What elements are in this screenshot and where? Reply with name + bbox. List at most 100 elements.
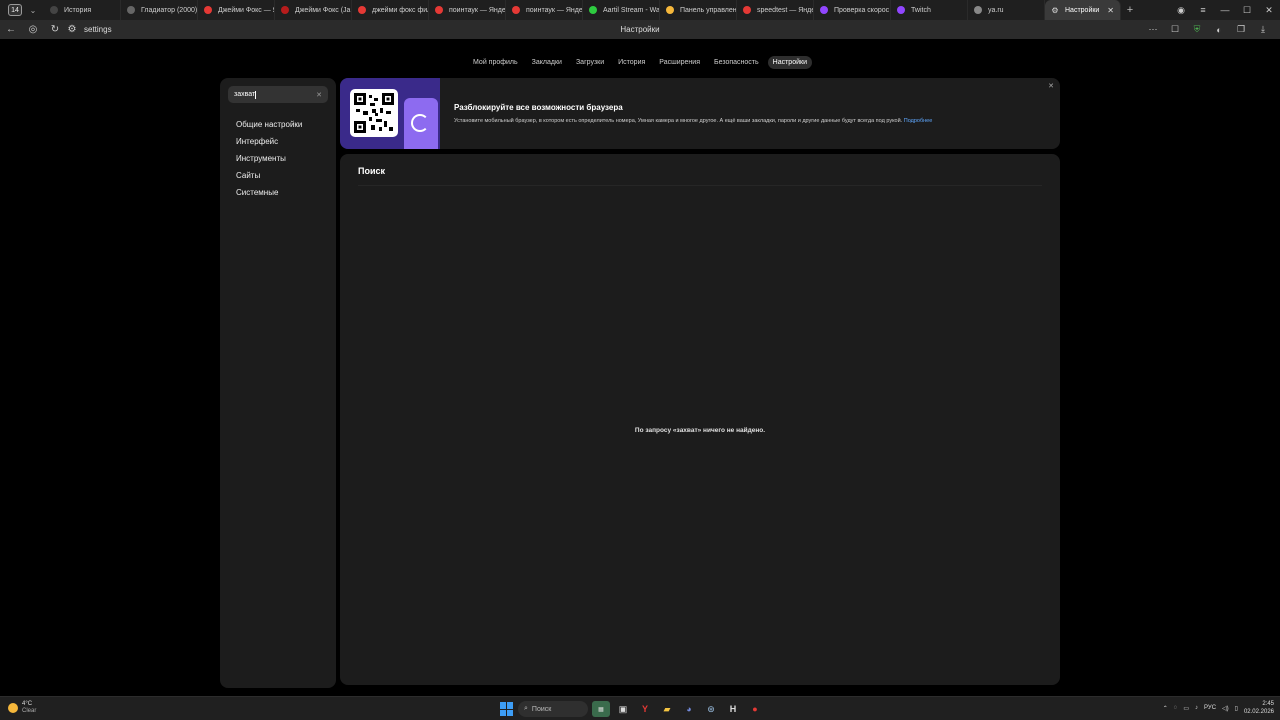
taskbar-search[interactable]: ⌕ Поиск [518, 701, 588, 717]
file-explorer-icon[interactable]: ▰ [658, 701, 676, 717]
browser-tab[interactable]: История [44, 0, 121, 20]
close-window-button[interactable]: ✕ [1258, 5, 1280, 16]
settings-search-input[interactable]: захват ✕ [228, 86, 328, 103]
divider [358, 185, 1042, 186]
top-nav-item[interactable]: Закладки [527, 56, 567, 69]
weather-widget[interactable]: 4°C Clear [8, 701, 36, 715]
tab-favicon-icon [204, 6, 212, 14]
tab-favicon-icon [820, 6, 828, 14]
reload-icon[interactable]: ↻ [44, 24, 66, 35]
start-button[interactable] [500, 702, 514, 716]
browser-tab[interactable]: ya.ru [968, 0, 1045, 20]
search-value: захват [234, 91, 256, 98]
browser-tab[interactable]: Гладиатор (2000) [121, 0, 198, 20]
display-icon[interactable]: ▭ [1183, 705, 1189, 712]
clock[interactable]: 2:45 02.02.2026 [1244, 700, 1274, 716]
tray-chevron-icon[interactable]: ⌃ [1163, 705, 1168, 712]
os-taskbar: 4°C Clear ⌕ Поиск ▦ ▣ Y ▰ ◕ ⊛ H ● ⌃ ◌ ▭ … [0, 696, 1280, 720]
top-nav-item[interactable]: Безопасность [709, 56, 764, 69]
game-launcher-icon[interactable]: H [724, 701, 742, 717]
new-tab-button[interactable]: + [1121, 4, 1139, 16]
close-banner-icon[interactable]: ✕ [1048, 82, 1054, 90]
shield-icon[interactable]: ◎ [22, 24, 44, 35]
tabs-strip: История Гладиатор (2000) Джейми Фокс — Я Дж… [44, 0, 1045, 20]
tab-label: Гладиатор (2000) [141, 6, 198, 14]
sidebar-item[interactable]: Интерфейс [236, 137, 302, 154]
browser-tab[interactable]: Джейми Фокс — Я [198, 0, 275, 20]
sidebar-list: Общие настройки Интерфейс Инструменты Сайты… [236, 120, 302, 205]
clock-date: 02.02.2026 [1243, 709, 1274, 715]
sidebar-item[interactable]: Сайты [236, 171, 302, 188]
widgets-icon[interactable]: ▦ [592, 701, 610, 717]
clear-search-icon[interactable]: ✕ [316, 91, 322, 99]
task-view-icon[interactable]: ▣ [614, 701, 632, 717]
taskbar-apps: ⌕ Поиск ▦ ▣ Y ▰ ◕ ⊛ H ● [500, 699, 764, 719]
browser-tab[interactable]: Twitch [891, 0, 968, 20]
volume-icon[interactable]: ◁) [1222, 705, 1229, 712]
browser-tab[interactable]: Проверка скорос [814, 0, 891, 20]
close-tab-icon[interactable]: ✕ [1107, 6, 1114, 15]
weather-icon [8, 703, 18, 713]
browser-tab[interactable]: Джейми Фокс (Ja [275, 0, 352, 20]
protect-icon[interactable]: ⛨ [1186, 24, 1208, 35]
tab-label: speedtest — Яндек [757, 6, 814, 14]
network-icon[interactable]: ◌ [1174, 705, 1178, 711]
download-icon[interactable]: ⤓ [1252, 24, 1274, 35]
page-title: Настройки [620, 25, 660, 34]
steam-icon[interactable]: ⊛ [702, 701, 720, 717]
sidebar-item[interactable]: Системные [236, 188, 302, 205]
top-nav-item[interactable]: Мой профиль [468, 56, 523, 69]
no-results-message: По запросу «захват» ничего не найдено. [634, 427, 766, 434]
more-icon[interactable]: ⋯ [1142, 24, 1164, 35]
banner-more-link[interactable]: Подробнее [904, 118, 933, 124]
browser-tab[interactable]: Aartil Stream - Wa [583, 0, 660, 20]
weather-temp: 4°C [22, 701, 33, 707]
window-controls: ◉ ≡ — ☐ ✕ [1170, 0, 1280, 20]
tab-favicon-icon [743, 6, 751, 14]
top-nav-item[interactable]: Загрузки [571, 56, 609, 69]
browser-tab[interactable]: Панель управлен [660, 0, 737, 20]
browser-tab[interactable]: speedtest — Яндек [737, 0, 814, 20]
top-nav-item[interactable]: История [613, 56, 650, 69]
profile-icon[interactable]: ◉ [1170, 5, 1192, 16]
microphone-icon[interactable]: ♪ [1195, 705, 1198, 711]
minimize-button[interactable]: — [1214, 5, 1236, 15]
menu-icon[interactable]: ≡ [1192, 5, 1214, 15]
url-field[interactable]: settings [84, 25, 112, 34]
yandex-browser-icon[interactable]: Y [636, 701, 654, 717]
top-nav-item[interactable]: Расширения [654, 56, 705, 69]
record-app-icon[interactable]: ● [746, 701, 764, 717]
clock-time: 2:45 [1262, 701, 1274, 707]
bookmark-icon[interactable]: ☐ [1164, 24, 1186, 35]
collections-icon[interactable]: ❐ [1230, 24, 1252, 35]
taskbar-search-label: Поиск [531, 705, 552, 713]
tab-counter[interactable]: 14 [8, 4, 22, 16]
maximize-button[interactable]: ☐ [1236, 5, 1258, 16]
sidebar-item[interactable]: Инструменты [236, 154, 302, 171]
system-tray: ⌃ ◌ ▭ ♪ РУС ◁) ▯ 2:45 02.02.2026 [1163, 700, 1274, 716]
discord-icon[interactable]: ◕ [680, 701, 698, 717]
top-nav-item[interactable]: Настройки [767, 56, 812, 69]
tab-label: поинтаук — Яндек [449, 6, 506, 14]
battery-icon[interactable]: ▯ [1235, 705, 1238, 712]
address-actions: ⋯ ☐ ⛨ ◐ ❐ ⤓ [1142, 20, 1274, 39]
banner-text: Установите мобильный браузер, в котором … [454, 118, 932, 124]
search-results-panel: Поиск По запросу «захват» ничего не найд… [340, 154, 1060, 685]
extension-icon[interactable]: ◐ [1208, 25, 1230, 35]
promo-banner: Разблокируйте все возможности браузера У… [340, 78, 1060, 149]
back-icon[interactable]: ← [0, 24, 22, 35]
tab-favicon-icon [897, 6, 905, 14]
language-indicator[interactable]: РУС [1204, 705, 1216, 711]
tab-label: Настройки [1065, 6, 1100, 14]
address-bar: Настройки ← ◎ ↻ ⚙ settings ⋯ ☐ ⛨ ◐ ❐ ⤓ [0, 20, 1280, 39]
tab-settings[interactable]: ⚙ Настройки ✕ [1045, 0, 1121, 20]
browser-tab[interactable]: поинтаук — Яндек [429, 0, 506, 20]
phone-icon [404, 98, 438, 149]
sidebar-item[interactable]: Общие настройки [236, 120, 302, 137]
weather-desc: Clear [22, 708, 37, 714]
browser-tab[interactable]: джейми фокс фил [352, 0, 429, 20]
search-icon: ⌕ [524, 705, 528, 712]
browser-tab[interactable]: поинтаук — Яндек [506, 0, 583, 20]
text-cursor [255, 90, 257, 99]
tab-list-chevron-icon[interactable]: ⌄ [26, 6, 40, 15]
